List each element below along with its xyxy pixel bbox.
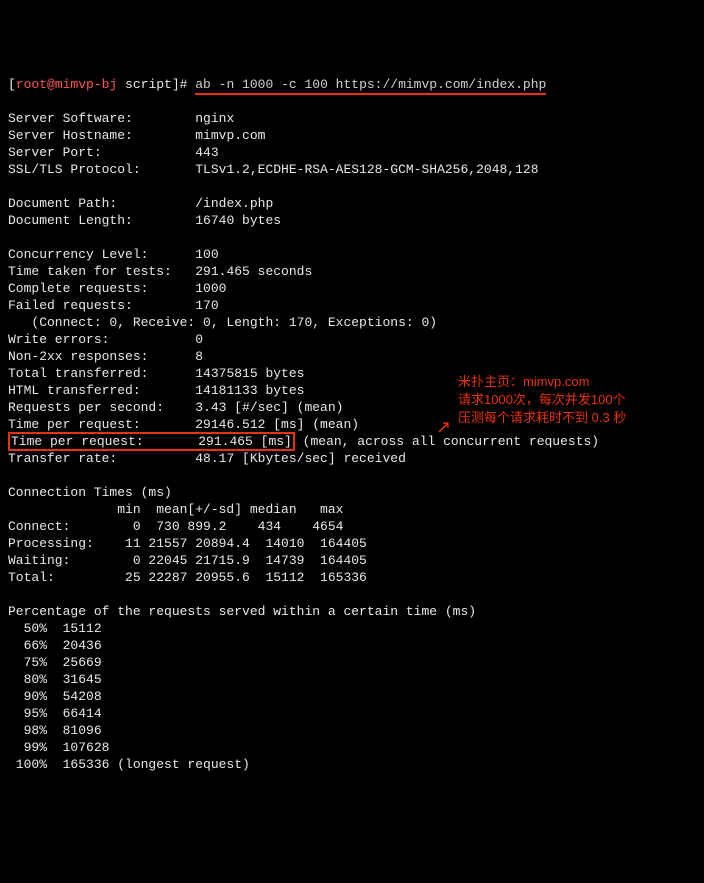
html-label: HTML transferred:	[8, 383, 195, 398]
doc-path-label: Document Path:	[8, 196, 195, 211]
pct-row-50: 50% 15112	[8, 621, 102, 636]
conn-row-processing: Processing: 11 21557 20894.4 14010 16440…	[8, 536, 367, 551]
annotation-line2: 请求1000次，每次并发100个	[458, 392, 626, 407]
pct-row-95: 95% 66414	[8, 706, 102, 721]
rate-label: Transfer rate:	[8, 451, 195, 466]
conc-label: Concurrency Level:	[8, 247, 195, 262]
time-label: Time taken for tests:	[8, 264, 195, 279]
html-value: 14181133 bytes	[195, 383, 304, 398]
pct-row-75: 75% 25669	[8, 655, 102, 670]
prompt-user-host: root@mimvp-bj	[16, 77, 117, 92]
doc-len: 16740 bytes	[195, 213, 281, 228]
arrow-icon: ↗	[436, 421, 451, 438]
conc-value: 100	[195, 247, 218, 262]
ssl-label: SSL/TLS Protocol:	[8, 162, 195, 177]
tpr2-label: Time per request:	[11, 434, 198, 449]
rate-value: 48.17 [Kbytes/sec] received	[195, 451, 406, 466]
server-hostname: mimvp.com	[195, 128, 265, 143]
pct-row-100: 100% 165336 (longest request)	[8, 757, 250, 772]
complete-label: Complete requests:	[8, 281, 195, 296]
failed-value: 170	[195, 298, 218, 313]
pct-row-66: 66% 20436	[8, 638, 102, 653]
tpr1-value: 29146.512 [ms] (mean)	[195, 417, 359, 432]
pct-title: Percentage of the requests served within…	[8, 604, 476, 619]
server-port-label: Server Port:	[8, 145, 195, 160]
annotation-line3: 压测每个请求耗时不到 0.3 秒	[458, 410, 626, 425]
doc-path: /index.php	[195, 196, 273, 211]
server-hostname-label: Server Hostname:	[8, 128, 195, 143]
prompt-path: script	[117, 77, 172, 92]
pct-row-90: 90% 54208	[8, 689, 102, 704]
pct-row-99: 99% 107628	[8, 740, 109, 755]
total-value: 14375815 bytes	[195, 366, 304, 381]
total-label: Total transferred:	[8, 366, 195, 381]
non2xx-label: Non-2xx responses:	[8, 349, 195, 364]
ssl-value: TLSv1.2,ECDHE-RSA-AES128-GCM-SHA256,2048…	[195, 162, 538, 177]
tpr2-value: 291.465 [ms]	[198, 434, 292, 449]
conn-row-waiting: Waiting: 0 22045 21715.9 14739 164405	[8, 553, 367, 568]
write-value: 0	[195, 332, 203, 347]
rps-label: Requests per second:	[8, 400, 195, 415]
annotation-note: 米扑主页：mimvp.com 请求1000次，每次并发100个压测每个请求耗时不到…	[458, 373, 698, 427]
annotation-line1: 米扑主页：mimvp.com	[458, 374, 589, 389]
prompt-bracket-close: ]#	[172, 77, 195, 92]
terminal-output: [root@mimvp-bj script]# ab -n 1000 -c 10…	[8, 59, 696, 807]
failed-label: Failed requests:	[8, 298, 195, 313]
prompt-bracket: [	[8, 77, 16, 92]
failed-detail: (Connect: 0, Receive: 0, Length: 170, Ex…	[8, 315, 437, 330]
complete-value: 1000	[195, 281, 226, 296]
pct-row-80: 80% 31645	[8, 672, 102, 687]
doc-len-label: Document Length:	[8, 213, 195, 228]
command-text: ab -n 1000 -c 100 https://mimvp.com/inde…	[195, 77, 546, 95]
conn-row-connect: Connect: 0 730 899.2 434 4654	[8, 519, 343, 534]
non2xx-value: 8	[195, 349, 203, 364]
time-value: 291.465 seconds	[195, 264, 312, 279]
conn-title: Connection Times (ms)	[8, 485, 172, 500]
tpr2-row-highlight: Time per request: 291.465 [ms]	[8, 432, 295, 451]
pct-row-98: 98% 81096	[8, 723, 102, 738]
tpr1-label: Time per request:	[8, 417, 195, 432]
conn-header: min mean[+/-sd] median max	[8, 502, 343, 517]
server-port: 443	[195, 145, 218, 160]
conn-row-total: Total: 25 22287 20955.6 15112 165336	[8, 570, 367, 585]
write-label: Write errors:	[8, 332, 195, 347]
rps-value: 3.43 [#/sec] (mean)	[195, 400, 343, 415]
server-software: nginx	[195, 111, 234, 126]
server-software-label: Server Software:	[8, 111, 195, 126]
